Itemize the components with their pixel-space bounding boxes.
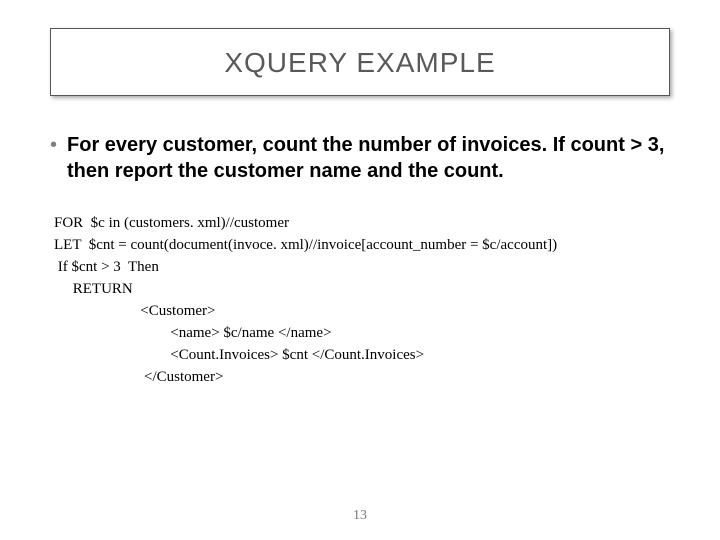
bullet-item: • For every customer, count the number o… [50,132,670,184]
title-container: XQUERY EXAMPLE [50,28,670,96]
bullet-icon: • [50,132,57,158]
page-number: 13 [0,508,720,524]
slide-title: XQUERY EXAMPLE [61,47,659,79]
bullet-text: For every customer, count the number of … [67,132,670,184]
slide: XQUERY EXAMPLE • For every customer, cou… [0,0,720,540]
code-block: FOR $c in (customers. xml)//customer LET… [54,212,670,388]
